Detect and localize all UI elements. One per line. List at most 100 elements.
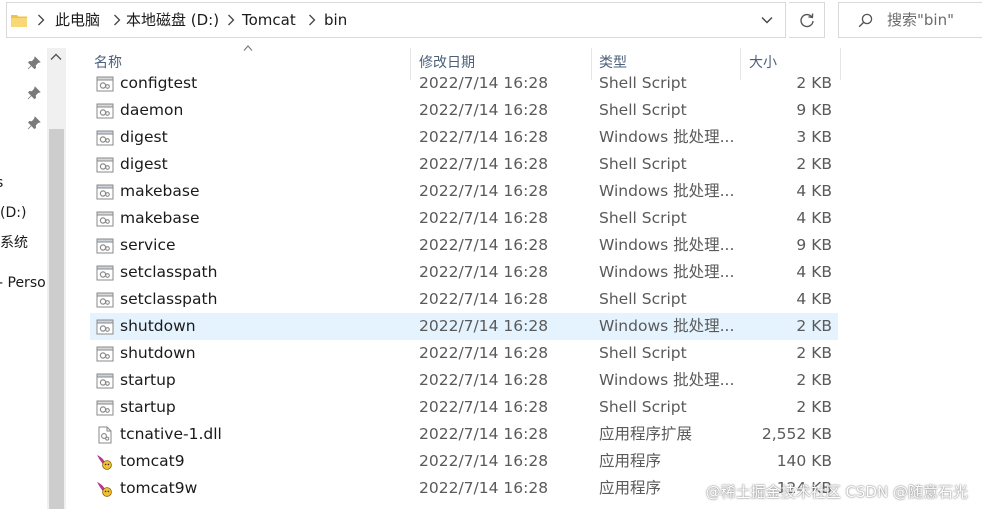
chevron-right-icon[interactable] — [308, 14, 316, 26]
file-size: 4 KB — [796, 263, 832, 281]
file-row[interactable]: digest 2022/7/14 16:28 Windows 批处理... 3 KB — [90, 124, 838, 151]
breadcrumb-bin[interactable]: bin — [324, 11, 347, 29]
watermark: @稀土掘金技术社区 CSDN @随意石光 — [705, 483, 968, 501]
dll-file-icon — [96, 426, 114, 444]
file-modified-date: 2022/7/14 16:28 — [419, 101, 549, 119]
file-row[interactable]: startup 2022/7/14 16:28 Shell Script 2 KB — [90, 394, 838, 421]
file-row[interactable]: configtest 2022/7/14 16:28 Shell Script 2 K… — [90, 70, 838, 97]
file-modified-date: 2022/7/14 16:28 — [419, 425, 549, 443]
file-row[interactable]: daemon 2022/7/14 16:28 Shell Script 9 KB — [90, 97, 838, 124]
file-name[interactable]: startup — [120, 394, 176, 421]
search-input[interactable] — [887, 10, 982, 30]
batch-file-icon — [96, 237, 114, 255]
file-name[interactable]: shutdown — [120, 340, 196, 367]
search-box[interactable] — [838, 2, 982, 38]
nav-item-label[interactable]: (D:) — [0, 204, 26, 222]
file-type: Windows 批处理... — [599, 263, 735, 281]
file-size: 2 KB — [796, 74, 832, 92]
file-type: 应用程序 — [599, 452, 662, 470]
file-row[interactable]: shutdown 2022/7/14 16:28 Windows 批处理... 2 K… — [90, 313, 838, 340]
file-row[interactable]: setclasspath 2022/7/14 16:28 Shell Script 4… — [90, 286, 838, 313]
chevron-right-icon[interactable] — [113, 14, 121, 26]
file-type: Shell Script — [599, 101, 687, 119]
shell-script-file-icon — [96, 156, 114, 174]
file-modified-date: 2022/7/14 16:28 — [419, 74, 549, 92]
file-type: Shell Script — [599, 155, 687, 173]
file-modified-date: 2022/7/14 16:28 — [419, 398, 549, 416]
tomcat-exe-icon — [96, 453, 114, 471]
file-row[interactable]: service 2022/7/14 16:28 Windows 批处理... 9 KB — [90, 232, 838, 259]
file-type: Windows 批处理... — [599, 317, 735, 335]
chevron-right-icon[interactable] — [37, 14, 45, 26]
file-modified-date: 2022/7/14 16:28 — [419, 479, 549, 497]
file-row[interactable]: tomcat9 2022/7/14 16:28 应用程序 140 KB — [90, 448, 838, 475]
shell-script-file-icon — [96, 210, 114, 228]
file-name[interactable]: shutdown — [120, 313, 196, 340]
file-name[interactable]: makebase — [120, 205, 200, 232]
file-name[interactable]: startup — [120, 367, 176, 394]
file-list: configtest 2022/7/14 16:28 Shell Script 2 K… — [90, 70, 840, 509]
file-type: 应用程序 — [599, 479, 662, 497]
chevron-up-icon[interactable] — [49, 52, 63, 62]
pin-icon[interactable] — [27, 86, 41, 100]
file-type: Windows 批处理... — [599, 371, 735, 389]
address-bar[interactable]: 此电脑 本地磁盘 (D:) Tomcat bin — [6, 2, 786, 38]
file-type: Windows 批处理... — [599, 236, 735, 254]
file-modified-date: 2022/7/14 16:28 — [419, 236, 549, 254]
file-name[interactable]: daemon — [120, 97, 183, 124]
chevron-down-icon[interactable] — [760, 14, 774, 26]
nav-item-label[interactable]: - Perso — [0, 274, 46, 292]
file-size: 3 KB — [796, 128, 832, 146]
file-row[interactable]: makebase 2022/7/14 16:28 Windows 批处理... 4 K… — [90, 178, 838, 205]
pin-icon[interactable] — [27, 116, 41, 130]
nav-item-label[interactable]: s — [0, 174, 3, 192]
chevron-right-icon[interactable] — [227, 14, 235, 26]
breadcrumb-this-pc[interactable]: 此电脑 — [55, 11, 100, 29]
file-name[interactable]: digest — [120, 151, 168, 178]
file-size: 2 KB — [796, 344, 832, 362]
file-name[interactable]: setclasspath — [120, 259, 217, 286]
file-size: 2 KB — [796, 371, 832, 389]
file-size: 2 KB — [796, 155, 832, 173]
file-type: Shell Script — [599, 74, 687, 92]
batch-file-icon — [96, 372, 114, 390]
refresh-icon — [800, 13, 814, 28]
file-type: Shell Script — [599, 209, 687, 227]
file-name[interactable]: tcnative-1.dll — [120, 421, 222, 448]
file-row[interactable]: digest 2022/7/14 16:28 Shell Script 2 KB — [90, 151, 838, 178]
nav-item-label[interactable]: 系统 — [0, 234, 28, 252]
file-name[interactable]: configtest — [120, 70, 197, 97]
file-modified-date: 2022/7/14 16:28 — [419, 263, 549, 281]
pin-icon[interactable] — [27, 56, 41, 70]
file-name[interactable]: tomcat9 — [120, 448, 185, 475]
file-modified-date: 2022/7/14 16:28 — [419, 182, 549, 200]
file-size: 4 KB — [796, 209, 832, 227]
navigation-pane: s (D:) 系统 - Perso — [0, 44, 70, 509]
file-name[interactable]: tomcat9w — [120, 475, 197, 502]
file-size: 4 KB — [796, 182, 832, 200]
file-size: 2 KB — [796, 398, 832, 416]
file-type: 应用程序扩展 — [599, 425, 693, 443]
file-name[interactable]: digest — [120, 124, 168, 151]
file-row[interactable]: tcnative-1.dll 2022/7/14 16:28 应用程序扩展 2,552… — [90, 421, 838, 448]
file-row[interactable]: shutdown 2022/7/14 16:28 Shell Script 2 KB — [90, 340, 838, 367]
shell-script-file-icon — [96, 75, 114, 93]
scrollbar-thumb[interactable] — [49, 129, 64, 509]
file-name[interactable]: makebase — [120, 178, 200, 205]
file-size: 9 KB — [796, 101, 832, 119]
navigation-scrollbar[interactable] — [47, 48, 66, 509]
file-name[interactable]: service — [120, 232, 176, 259]
column-divider[interactable] — [840, 48, 841, 80]
file-name[interactable]: setclasspath — [120, 286, 217, 313]
file-row[interactable]: setclasspath 2022/7/14 16:28 Windows 批处理..… — [90, 259, 838, 286]
tomcat-exe-icon — [96, 480, 114, 498]
file-row[interactable]: makebase 2022/7/14 16:28 Shell Script 4 KB — [90, 205, 838, 232]
breadcrumb-local-disk[interactable]: 本地磁盘 (D:) — [126, 11, 219, 29]
file-row[interactable]: startup 2022/7/14 16:28 Windows 批处理... 2 KB — [90, 367, 838, 394]
file-modified-date: 2022/7/14 16:28 — [419, 452, 549, 470]
file-type: Shell Script — [599, 398, 687, 416]
file-type: Windows 批处理... — [599, 182, 735, 200]
refresh-button[interactable] — [789, 2, 825, 38]
file-modified-date: 2022/7/14 16:28 — [419, 290, 549, 308]
breadcrumb-tomcat[interactable]: Tomcat — [242, 11, 296, 29]
